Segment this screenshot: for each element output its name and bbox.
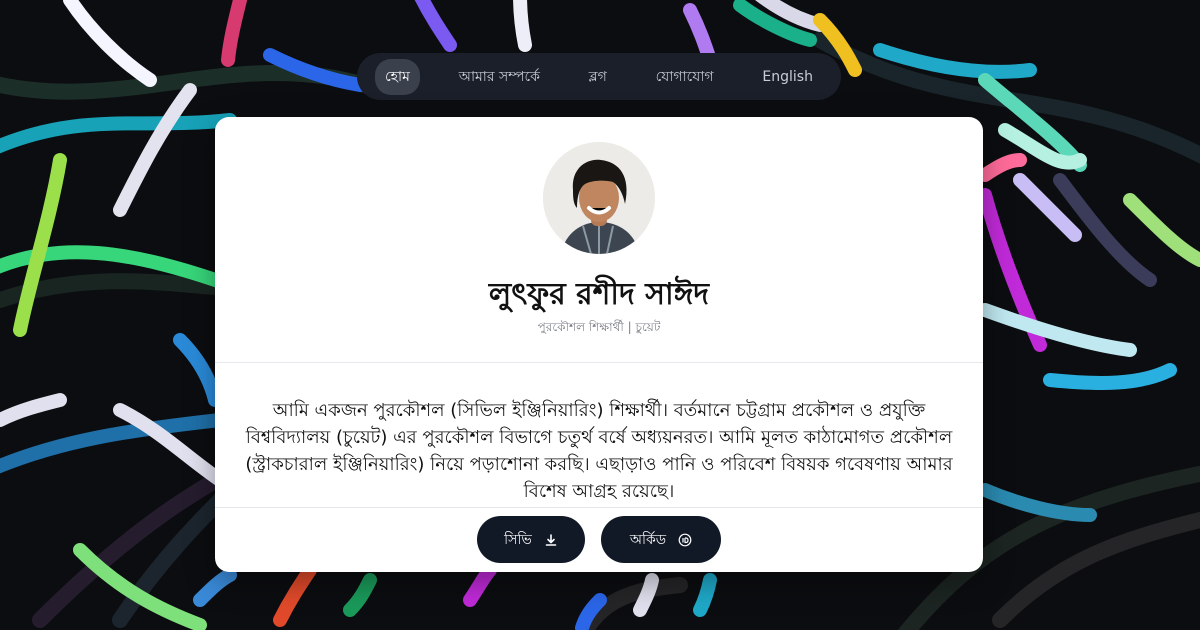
cv-button[interactable]: সিভি (477, 516, 585, 563)
nav-item-contact[interactable]: যোগাযোগ (646, 59, 724, 95)
action-buttons: সিভি অর্কিড (215, 516, 983, 563)
profile-bio: আমি একজন পুরকৌশল (সিভিল ইঞ্জিনিয়ারিং) শ… (245, 400, 953, 502)
nav-item-home[interactable]: হোম (375, 58, 420, 95)
cv-button-label: সিভি (504, 531, 532, 548)
nav-item-blog[interactable]: ব্লগ (579, 59, 617, 95)
orcid-icon (678, 533, 692, 547)
download-icon (544, 533, 558, 547)
avatar (543, 142, 655, 254)
nav-item-english[interactable]: English (752, 63, 823, 91)
profile-card: লুৎফুর রশীদ সাঈদ পুরকৌশল শিক্ষার্থী | চু… (215, 117, 983, 572)
profile-name: লুৎফুর রশীদ সাঈদ (488, 277, 710, 312)
orcid-button-label: অর্কিড (629, 531, 667, 548)
nav-item-about[interactable]: আমার সম্পর্কে (449, 59, 550, 95)
top-navigation: হোম আমার সম্পর্কে ব্লগ যোগাযোগ English (357, 53, 841, 100)
divider (215, 507, 983, 508)
profile-tagline: পুরকৌশল শিক্ষার্থী | চুয়েট (537, 320, 661, 334)
orcid-button[interactable]: অর্কিড (601, 516, 721, 563)
divider (215, 362, 983, 363)
